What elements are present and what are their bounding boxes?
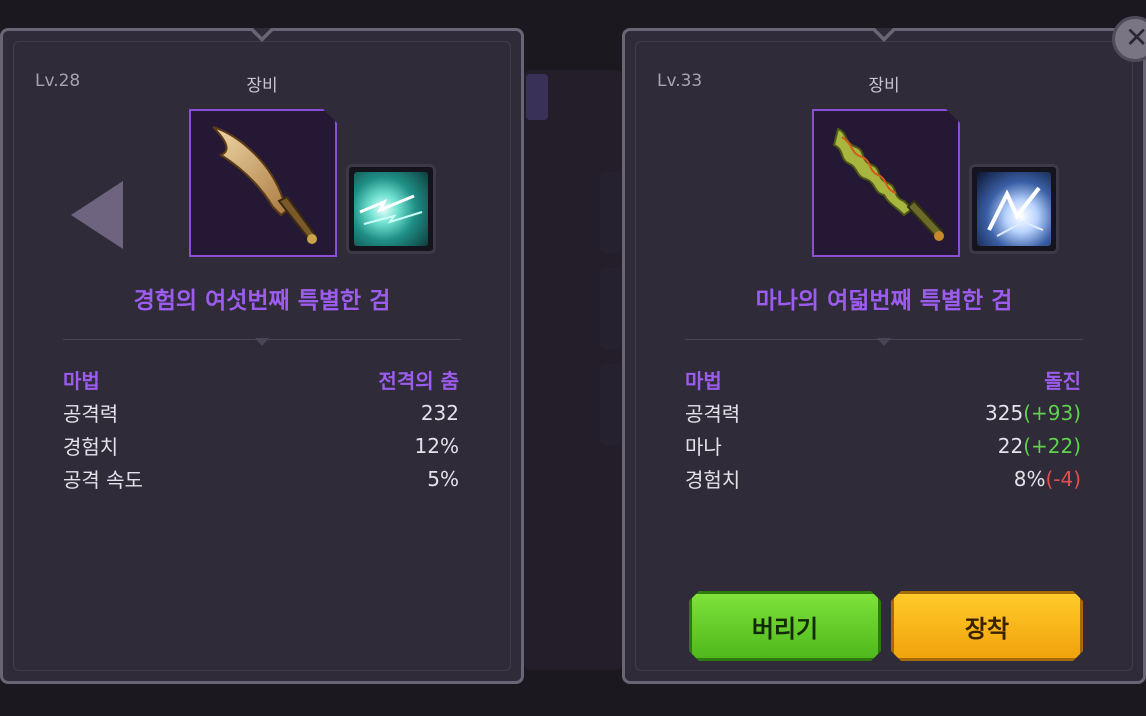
skill-slot[interactable] xyxy=(346,164,436,254)
stat-delta: (-4) xyxy=(1045,466,1081,491)
stat-row: 마법 전격의 춤 xyxy=(63,363,459,396)
panel-title: 장비 xyxy=(246,76,278,96)
arrow-left-icon[interactable] xyxy=(71,181,123,249)
stat-delta: (+22) xyxy=(1023,433,1081,458)
current-equipment-panel: Lv.28 장비 경험의 여섯번째 특별한 검 마법 전격의 춤 공격력 232… xyxy=(0,28,524,684)
stat-label: 경험치 xyxy=(685,468,741,492)
background-slot xyxy=(600,364,622,446)
panel-notch xyxy=(870,28,898,42)
panel-title: 장비 xyxy=(868,76,900,96)
item-slot[interactable] xyxy=(189,109,337,257)
dash-skill-icon xyxy=(977,172,1051,246)
stat-value: 5% xyxy=(427,466,459,491)
stat-value: 8% xyxy=(1013,466,1046,491)
stat-row: 공격 속도 5% xyxy=(63,462,459,495)
stat-label: 마법 xyxy=(685,369,722,393)
curved-sword-icon xyxy=(191,111,335,255)
stat-value: 12% xyxy=(414,433,459,458)
stat-row: 경험치 12% xyxy=(63,429,459,462)
new-equipment-panel: Lv.33 장비 마나의 여덟번째 특별한 검 마법 돌진 공격력 325(+9… xyxy=(622,28,1146,684)
stat-list: 마법 전격의 춤 공격력 232 경험치 12% 공격 속도 5% xyxy=(63,363,459,495)
stat-value-group: 8%(-4) xyxy=(1014,467,1081,491)
stat-delta: (+93) xyxy=(1023,400,1081,425)
stat-list: 마법 돌진 공격력 325(+93) 마나 22(+22) 경험치 8%(-4) xyxy=(685,363,1081,495)
stat-value: 돌진 xyxy=(1044,369,1081,393)
divider xyxy=(685,339,1083,340)
stat-value: 325 xyxy=(985,400,1024,425)
background-slot xyxy=(600,172,622,254)
skill-slot[interactable] xyxy=(969,164,1059,254)
stat-row: 마법 돌진 xyxy=(685,363,1081,396)
stat-label: 경험치 xyxy=(63,435,119,459)
stat-row: 경험치 8%(-4) xyxy=(685,462,1081,495)
background-slot xyxy=(600,268,622,350)
stat-value: 전격의 춤 xyxy=(378,369,459,393)
stat-label: 공격력 xyxy=(63,402,119,426)
stat-value: 22 xyxy=(997,433,1024,458)
stat-label: 공격 속도 xyxy=(63,468,143,492)
stat-value: 232 xyxy=(420,400,459,425)
stat-row: 마나 22(+22) xyxy=(685,429,1081,462)
lightning-dance-skill-icon xyxy=(354,172,428,246)
discard-button[interactable]: 버리기 xyxy=(689,591,881,661)
panel-notch xyxy=(248,28,276,42)
stat-value-group: 325(+93) xyxy=(985,401,1081,425)
item-name: 경험의 여섯번째 특별한 검 xyxy=(133,288,391,314)
stat-value-group: 22(+22) xyxy=(998,434,1081,458)
divider xyxy=(63,339,461,340)
stat-label: 마나 xyxy=(685,435,722,459)
item-name: 마나의 여덟번째 특별한 검 xyxy=(755,288,1013,314)
serpent-sword-icon xyxy=(814,111,958,255)
stat-row: 공격력 232 xyxy=(63,396,459,429)
stat-label: 마법 xyxy=(63,369,100,393)
background-tab xyxy=(526,74,548,120)
stat-row: 공격력 325(+93) xyxy=(685,396,1081,429)
item-slot[interactable] xyxy=(812,109,960,257)
equip-button[interactable]: 장착 xyxy=(891,591,1083,661)
stat-label: 공격력 xyxy=(685,402,741,426)
